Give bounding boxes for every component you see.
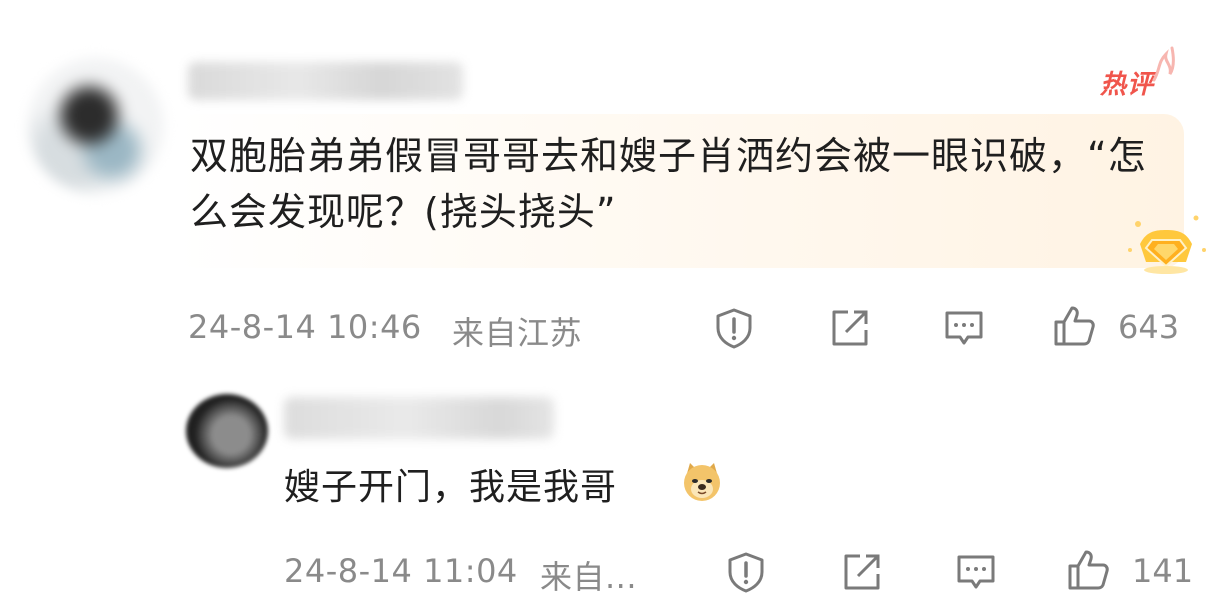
doge-emoji-icon [684,463,720,501]
avatar[interactable] [28,58,164,194]
reply-avatar[interactable] [186,394,268,468]
gold-badge-icon [1128,215,1206,274]
reply-report-icon[interactable] [724,550,768,594]
comment-text: 双胞胎弟弟假冒哥哥去和嫂子肖洒约会被一眼识破，“怎么会发现呢？(挠头挠头” [190,134,1147,234]
reply-icon[interactable] [942,306,986,350]
reply-share-icon[interactable] [840,550,884,594]
username-blurred[interactable] [188,62,463,100]
reply-like-count: 141 [1132,552,1194,590]
like-icon[interactable] [1052,304,1096,348]
reply-username-blurred[interactable] [284,397,554,439]
comment-location: 来自江苏 [452,314,583,352]
reply-location: 来自... [540,558,638,596]
reply-like-icon[interactable] [1066,548,1110,592]
hot-comment-badge: 热评 [1100,70,1155,100]
reply-comment-icon[interactable] [954,550,998,594]
flame-icon [1152,46,1175,82]
reply-timestamp: 24-8-14 11:04 [284,552,518,590]
share-icon[interactable] [828,306,872,350]
reply-text: 嫂子开门，我是我哥 [284,467,618,508]
report-icon[interactable] [712,306,756,350]
like-count: 643 [1118,308,1180,346]
comment-timestamp: 24-8-14 10:46 [188,308,422,346]
